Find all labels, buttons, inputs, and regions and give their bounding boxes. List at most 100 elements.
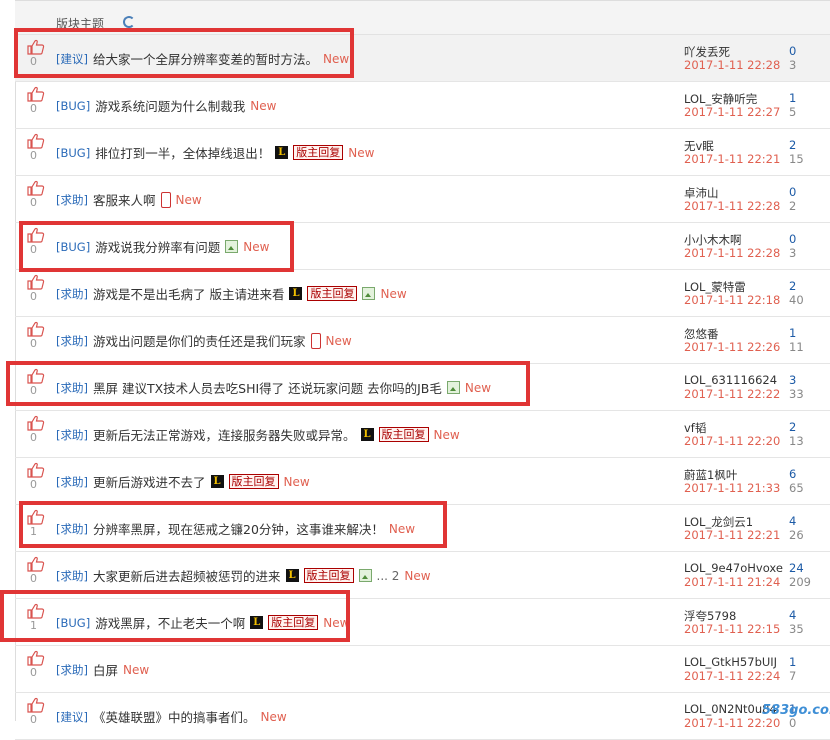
thread-row[interactable]: 0 [求助] 白屏 New LOL_GtkH57bUIJ 2017-1-11 22:24 1…: [15, 646, 830, 693]
thread-title-line: [求助] 游戏是不是出毛病了 版主请进来看 L 版主回复 New: [56, 284, 407, 303]
thread-row[interactable]: 0 [BUG] 排位打到一半，全体掉线退出！ L 版主回复 New 无v眠 2017-1-11…: [15, 129, 830, 176]
thread-title-link[interactable]: 白屏: [93, 660, 118, 679]
view-count: 3: [789, 58, 797, 72]
thread-title-link[interactable]: 更新后无法正常游戏，连接服务器失败或异常。: [93, 425, 356, 444]
thread-author[interactable]: LOL_GtkH57bUIJ: [684, 655, 777, 669]
new-label: New: [283, 474, 310, 489]
thread-row[interactable]: 0 [建议] 给大家一个全屏分辨率变差的暂时方法。 New 吖发丢死 2017-1-11 …: [15, 35, 830, 82]
view-count: 33: [789, 387, 804, 401]
thread-row[interactable]: 0 [建议] 《英雄联盟》中的搞事者们。 New LOL_0N2Nt0u84 2017-1…: [15, 693, 830, 740]
thread-category-tag[interactable]: [求助]: [56, 286, 88, 302]
lol-badge-icon: L: [360, 428, 374, 441]
image-attachment-icon: [362, 287, 376, 300]
thread-row[interactable]: 0 [求助] 黑屏 建议TX技术人员去吃SHI得了 还说玩家问题 去你吗的JB毛 Ne…: [15, 364, 830, 411]
thread-row[interactable]: 1 [BUG] 游戏黑屏，不止老夫一个啊 L 版主回复 New 浮夸5798 2017-1-1…: [15, 599, 830, 646]
reply-count[interactable]: 1: [789, 91, 796, 105]
thumbs-up-icon[interactable]: [27, 556, 45, 572]
thread-category-tag[interactable]: [求助]: [56, 662, 88, 678]
thread-row[interactable]: 0 [求助] 大家更新后进去超频被惩罚的进来 L 版主回复 ... 2 New LOL_9e4…: [15, 552, 830, 599]
thread-title-link[interactable]: 《英雄联盟》中的搞事者们。: [93, 707, 256, 726]
reply-count[interactable]: 24: [789, 561, 804, 575]
thumbs-up-icon[interactable]: [27, 603, 45, 619]
thread-row[interactable]: 0 [求助] 游戏出问题是你们的责任还是我们玩家 New 忽悠番 2017-1-11 22…: [15, 317, 830, 364]
thread-title-link[interactable]: 给大家一个全屏分辨率变差的暂时方法。: [93, 49, 318, 68]
thread-row[interactable]: 0 [求助] 更新后游戏进不去了 L 版主回复 New 蔚蓝1枫叶 2017-1-11 21:…: [15, 458, 830, 505]
thread-category-tag[interactable]: [求助]: [56, 192, 88, 208]
thread-title-link[interactable]: 黑屏 建议TX技术人员去吃SHI得了 还说玩家问题 去你吗的JB毛: [93, 378, 442, 397]
thumbs-up-icon[interactable]: [27, 462, 45, 478]
thumbs-up-icon[interactable]: [27, 650, 45, 666]
thread-title-line: [求助] 游戏出问题是你们的责任还是我们玩家 New: [56, 331, 352, 350]
thread-title-link[interactable]: 排位打到一半，全体掉线退出！: [95, 143, 270, 162]
thread-row[interactable]: 0 [求助] 更新后无法正常游戏，连接服务器失败或异常。 L 版主回复 New vf韬 201…: [15, 411, 830, 458]
thread-title-line: [BUG] 游戏说我分辨率有问题 New: [56, 237, 269, 256]
thread-category-tag[interactable]: [求助]: [56, 333, 88, 349]
new-label: New: [250, 98, 277, 113]
reply-count[interactable]: 2: [789, 279, 796, 293]
thread-title-link[interactable]: 更新后游戏进不去了: [93, 472, 206, 491]
reply-count[interactable]: 1: [789, 655, 796, 669]
thread-category-tag[interactable]: [求助]: [56, 521, 88, 537]
thumbs-up-icon[interactable]: [27, 368, 45, 384]
thumbs-up-icon[interactable]: [27, 180, 45, 196]
thread-date: 2017-1-11 22:15: [684, 622, 781, 636]
thread-category-tag[interactable]: [求助]: [56, 568, 88, 584]
thread-row[interactable]: 1 [求助] 分辨率黑屏，现在惩戒之镰20分钟，这事谁来解决！ New LOL_龙剑云1…: [15, 505, 830, 552]
thread-title-link[interactable]: 游戏系统问题为什么制裁我: [95, 96, 245, 115]
thread-row[interactable]: 0 [BUG] 游戏说我分辨率有问题 New 小小木木啊 2017-1-11 22:28 0…: [15, 223, 830, 270]
thread-title-line: [求助] 更新后游戏进不去了 L 版主回复 New: [56, 472, 310, 491]
thread-title-link[interactable]: 客服来人啊: [93, 190, 156, 209]
thread-date: 2017-1-11 22:20: [684, 434, 781, 448]
thumbs-up-icon[interactable]: [27, 86, 45, 102]
thread-category-tag[interactable]: [BUG]: [56, 616, 90, 630]
reply-count[interactable]: 4: [789, 608, 796, 622]
new-label: New: [323, 51, 350, 66]
thread-category-tag[interactable]: [求助]: [56, 474, 88, 490]
thread-title-link[interactable]: 大家更新后进去超频被惩罚的进来: [93, 566, 281, 585]
thread-category-tag[interactable]: [求助]: [56, 380, 88, 396]
thread-title-line: [BUG] 排位打到一半，全体掉线退出！ L 版主回复 New: [56, 143, 374, 162]
thumbs-up-icon[interactable]: [27, 227, 45, 243]
view-count: 26: [789, 528, 804, 542]
thread-category-tag[interactable]: [BUG]: [56, 240, 90, 254]
thumbs-up-icon[interactable]: [27, 133, 45, 149]
reply-count[interactable]: 6: [789, 467, 796, 481]
thread-category-tag[interactable]: [BUG]: [56, 146, 90, 160]
thread-author[interactable]: LOL_9e47oHvoxe: [684, 561, 783, 575]
thumbs-up-icon[interactable]: [27, 39, 45, 55]
thumbs-up-icon[interactable]: [27, 321, 45, 337]
thumbs-up-icon[interactable]: [27, 697, 45, 713]
thread-title-link[interactable]: 游戏说我分辨率有问题: [95, 237, 220, 256]
thread-category-tag[interactable]: [建议]: [56, 51, 88, 67]
refresh-icon[interactable]: [123, 16, 135, 28]
thread-author[interactable]: LOL_631116624: [684, 373, 777, 387]
reply-count[interactable]: 0: [789, 232, 796, 246]
reply-count[interactable]: 0: [789, 44, 796, 58]
thread-row[interactable]: 0 [求助] 客服来人啊 New 卓沛山 2017-1-11 22:28 0 2: [15, 176, 830, 223]
thread-title-link[interactable]: 分辨率黑屏，现在惩戒之镰20分钟，这事谁来解决！: [93, 519, 384, 538]
thumbs-up-icon[interactable]: [27, 415, 45, 431]
thread-category-tag[interactable]: [BUG]: [56, 99, 90, 113]
reply-count[interactable]: 3: [789, 373, 796, 387]
thread-category-tag[interactable]: [建议]: [56, 709, 88, 725]
page-links[interactable]: ... 2: [377, 569, 400, 583]
thumbs-up-icon[interactable]: [27, 509, 45, 525]
thread-title-link[interactable]: 游戏出问题是你们的责任还是我们玩家: [93, 331, 306, 350]
new-label: New: [175, 192, 202, 207]
reply-count[interactable]: 0: [789, 185, 796, 199]
thread-row[interactable]: 0 [求助] 游戏是不是出毛病了 版主请进来看 L 版主回复 New LOL_蒙特雷 2017…: [15, 270, 830, 317]
thread-row[interactable]: 0 [BUG] 游戏系统问题为什么制裁我 New LOL_安静听完 2017-1-11 2…: [15, 82, 830, 129]
reply-count[interactable]: 1: [789, 326, 796, 340]
thread-title-link[interactable]: 游戏是不是出毛病了 版主请进来看: [93, 284, 284, 303]
reply-count[interactable]: 2: [789, 138, 796, 152]
lol-badge-icon: L: [285, 569, 299, 582]
new-label: New: [260, 709, 287, 724]
image-attachment-icon: [225, 240, 239, 253]
reply-count[interactable]: 2: [789, 420, 796, 434]
thread-date: 2017-1-11 22:27: [684, 105, 781, 119]
thread-category-tag[interactable]: [求助]: [56, 427, 88, 443]
thread-title-link[interactable]: 游戏黑屏，不止老夫一个啊: [95, 613, 245, 632]
reply-count[interactable]: 4: [789, 514, 796, 528]
thumbs-up-icon[interactable]: [27, 274, 45, 290]
new-label: New: [123, 662, 150, 677]
